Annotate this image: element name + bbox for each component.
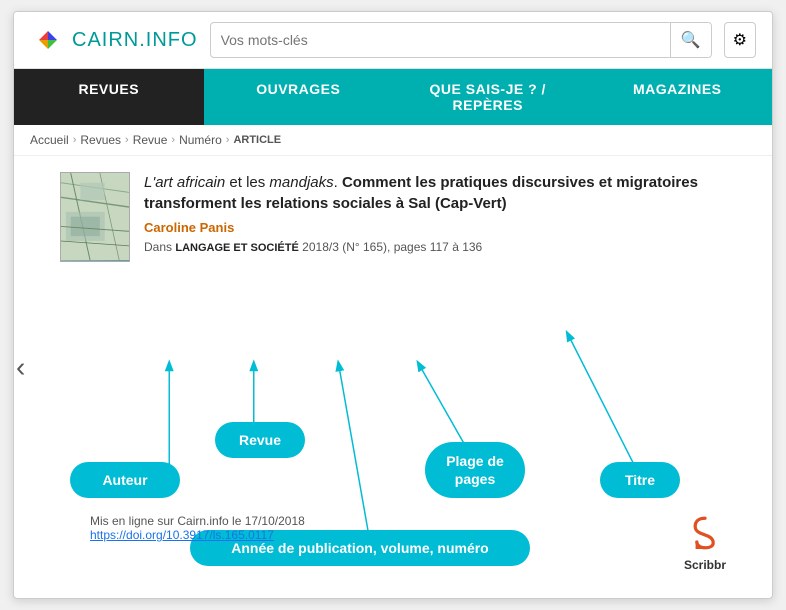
journal-name[interactable]: Langage et Société — [175, 242, 298, 254]
article-header: L'art africain et les mandjaks. Comment … — [60, 172, 756, 262]
nav-item-revues[interactable]: Revues — [14, 69, 204, 125]
logo: CAIRN.INFO — [30, 22, 198, 58]
breadcrumb-revue[interactable]: Revue — [133, 133, 168, 147]
logo-text: CAIRN.INFO — [72, 29, 198, 52]
book-cover-art — [61, 173, 129, 260]
breadcrumb-article: Article — [233, 134, 281, 146]
bubble-revue[interactable]: Revue — [215, 422, 305, 458]
article-info: L'art africain et les mandjaks. Comment … — [144, 172, 756, 262]
nav-item-magazines[interactable]: Magazines — [583, 69, 773, 125]
breadcrumb-sep-1: › — [73, 134, 77, 146]
bubble-auteur[interactable]: Auteur — [70, 462, 180, 498]
back-arrow-button[interactable]: ‹ — [16, 351, 25, 383]
scribbr-logo: Scribbr — [684, 515, 726, 572]
breadcrumb-sep-3: › — [171, 134, 175, 146]
article-author[interactable]: Caroline Panis — [144, 220, 756, 235]
logo-diamond-icon — [30, 22, 66, 58]
bubble-plage[interactable]: Plage depages — [425, 442, 525, 498]
article-meta: Dans Langage et Société 2018/3 (N° 165),… — [144, 240, 756, 254]
diagram: Auteur Revue Plage depages Titre Année d… — [30, 272, 756, 582]
article-year-vol: 2018/3 (N° 165) — [302, 240, 387, 254]
scribbr-icon — [687, 515, 723, 551]
search-bar: 🔍 — [210, 22, 712, 58]
scribbr-label: Scribbr — [684, 558, 726, 572]
settings-button[interactable]: ⚙ — [724, 22, 756, 58]
nav-bar: Revues Ouvrages Que sais-je ? / Repères … — [14, 69, 772, 125]
settings-icon: ⚙ — [733, 30, 747, 50]
main-window: CAIRN.INFO 🔍 ⚙ Revues Ouvrages Que sais-… — [13, 11, 773, 599]
bubble-titre[interactable]: Titre — [600, 462, 680, 498]
article-title: L'art africain et les mandjaks. Comment … — [144, 172, 756, 214]
search-input[interactable] — [211, 32, 670, 48]
breadcrumb-sep-4: › — [226, 134, 230, 146]
nav-item-ouvrages[interactable]: Ouvrages — [204, 69, 394, 125]
search-button[interactable]: 🔍 — [670, 23, 711, 57]
breadcrumb-sep-2: › — [125, 134, 129, 146]
book-cover — [60, 172, 130, 262]
nav-item-qsj[interactable]: Que sais-je ? / Repères — [393, 69, 583, 125]
doi-link[interactable]: https://doi.org/10.3917/ls.165.0117 — [90, 528, 274, 542]
breadcrumb: Accueil › Revues › Revue › Numéro › Arti… — [14, 125, 772, 156]
header: CAIRN.INFO 🔍 ⚙ — [14, 12, 772, 69]
breadcrumb-revues[interactable]: Revues — [80, 133, 121, 147]
breadcrumb-numero[interactable]: Numéro — [179, 133, 222, 147]
online-info: Mis en ligne sur Cairn.info le 17/10/201… — [90, 514, 305, 542]
main-content: ‹ L'art africain et — [14, 156, 772, 598]
breadcrumb-accueil[interactable]: Accueil — [30, 133, 69, 147]
article-pages: , pages 117 à 136 — [387, 240, 482, 254]
search-icon: 🔍 — [681, 30, 701, 50]
online-date: Mis en ligne sur Cairn.info le 17/10/201… — [90, 514, 305, 528]
